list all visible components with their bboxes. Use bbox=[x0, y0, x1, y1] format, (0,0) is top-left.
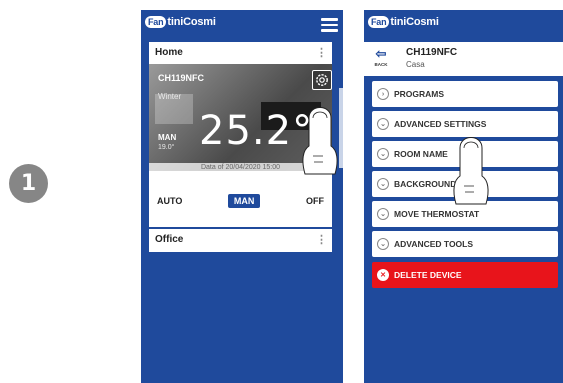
room-title: Home bbox=[155, 47, 183, 58]
chevron-down-icon: ⌄ bbox=[377, 178, 389, 190]
hamburger-menu-icon[interactable] bbox=[321, 18, 338, 32]
mode-auto-button[interactable]: AUTO bbox=[157, 196, 182, 206]
kebab-menu-icon[interactable]: ⋮ bbox=[316, 46, 327, 59]
fantinicosmi-logo: Fan tiniCosmi bbox=[368, 16, 439, 28]
menu-item-advanced-tools[interactable]: ⌄ ADVANCED TOOLS bbox=[372, 231, 558, 257]
mode-label: MAN bbox=[158, 133, 177, 142]
chevron-down-icon: ⌄ bbox=[377, 148, 389, 160]
current-temperature: 25.2° bbox=[199, 108, 314, 154]
finger-pointer-icon bbox=[453, 137, 489, 205]
room-card-office[interactable]: Office ⋮ bbox=[149, 229, 332, 252]
setpoint-value: 19.0° bbox=[158, 144, 175, 151]
gear-icon[interactable] bbox=[312, 70, 332, 90]
room-card-header: Office ⋮ bbox=[149, 229, 332, 250]
mode-off-button[interactable]: OFF bbox=[306, 196, 324, 206]
back-arrow-icon: ⇦ bbox=[375, 46, 387, 61]
season-label: Winter bbox=[158, 92, 182, 101]
kebab-menu-icon[interactable]: ⋮ bbox=[316, 233, 327, 246]
app-bar: Fan tiniCosmi bbox=[364, 10, 563, 40]
chevron-down-icon: ⌄ bbox=[377, 208, 389, 220]
menu-item-programs[interactable]: › PROGRAMS bbox=[372, 81, 558, 107]
phone-screen-home: Fan tiniCosmi Home ⋮ CH119NFC Winter 25.2… bbox=[141, 10, 343, 383]
device-header: ⇦ BACK CH119NFC Casa bbox=[364, 42, 563, 76]
delete-device-button[interactable]: ✕ DELETE DEVICE bbox=[372, 262, 558, 288]
chevron-down-icon: ⌄ bbox=[377, 238, 389, 250]
mode-man-button[interactable]: MAN bbox=[227, 194, 261, 208]
room-title: Office bbox=[155, 234, 184, 245]
mode-selector: AUTO MAN OFF bbox=[149, 191, 332, 211]
fantinicosmi-logo: Fan tiniCosmi bbox=[145, 16, 216, 28]
device-title: CH119NFC bbox=[406, 47, 458, 58]
finger-pointer-icon bbox=[302, 107, 338, 175]
room-card-header: Home ⋮ bbox=[149, 42, 332, 63]
chevron-right-icon: › bbox=[377, 88, 389, 100]
close-icon: ✕ bbox=[377, 269, 389, 281]
device-subtitle: Casa bbox=[406, 60, 425, 69]
app-bar: Fan tiniCosmi bbox=[141, 10, 343, 40]
step-number-badge: 1 bbox=[9, 164, 48, 203]
phone-screen-settings: Fan tiniCosmi ⇦ BACK CH119NFC Casa › PROG… bbox=[364, 10, 563, 383]
back-button[interactable]: ⇦ BACK bbox=[370, 46, 392, 72]
chevron-down-icon: ⌄ bbox=[377, 118, 389, 130]
device-name: CH119NFC bbox=[158, 73, 205, 83]
